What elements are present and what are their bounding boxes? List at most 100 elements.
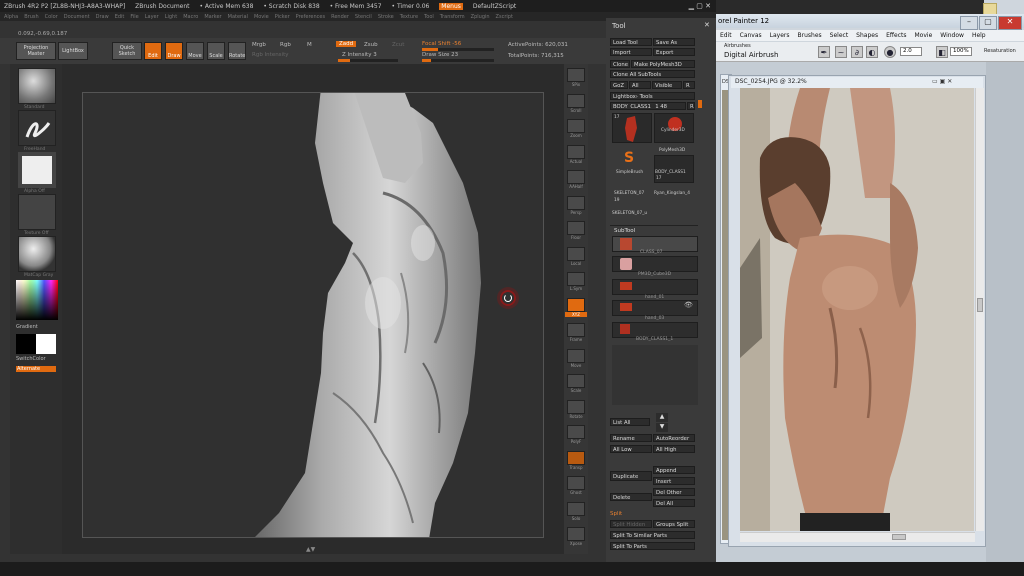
menu-item-file[interactable]: File	[130, 14, 138, 20]
zcut-toggle[interactable]: Zcut	[392, 42, 404, 48]
shelf-button-local[interactable]	[567, 246, 585, 261]
del-other-button[interactable]: Del Other	[653, 488, 695, 496]
goz-button[interactable]: GoZ	[610, 81, 628, 89]
maximize-icon[interactable]: ▢	[979, 16, 997, 30]
r-button[interactable]: R	[683, 81, 695, 89]
menu-item-edit[interactable]: Edit	[115, 14, 125, 20]
document-canvas[interactable]	[82, 92, 544, 538]
projection-master-button[interactable]: Projection Master	[16, 42, 56, 60]
shelf-button-xyz[interactable]	[567, 297, 585, 312]
color-picker[interactable]	[16, 280, 58, 320]
make-polymesh-button[interactable]: Make PolyMesh3D	[631, 60, 695, 68]
shelf-button-transp[interactable]	[567, 450, 585, 465]
painter-menu-movie[interactable]: Movie	[915, 32, 933, 39]
draw-size-slider[interactable]: Draw Size 23	[422, 52, 458, 58]
menu-item-zplugin[interactable]: Zplugin	[471, 14, 490, 20]
menu-item-draw[interactable]: Draw	[96, 14, 109, 20]
delete-button[interactable]: Delete	[610, 493, 652, 501]
shelf-button-xpose[interactable]	[567, 527, 585, 541]
rgb-intensity-slider[interactable]: Rgb Intensity	[252, 52, 289, 58]
doc-close-icon[interactable]: ✕	[947, 78, 952, 85]
shelf-button-frame[interactable]	[567, 323, 585, 337]
alpha-selector[interactable]	[18, 152, 56, 188]
current-tool-slider[interactable]: BODY_CLASS1_ 1 48	[610, 102, 686, 110]
shelf-button-polyf[interactable]	[567, 425, 585, 439]
quick-sketch-button[interactable]: Quick Sketch	[112, 42, 142, 60]
close-icon[interactable]: ✕	[998, 16, 1022, 30]
menu-item-material[interactable]: Material	[228, 14, 248, 20]
brush-variant[interactable]: Digital Airbrush	[724, 51, 778, 59]
switch-color-button[interactable]: SwitchColor	[16, 356, 46, 362]
menu-item-layer[interactable]: Layer	[145, 14, 159, 20]
z-intensity-slider[interactable]: Z Intensity 3	[342, 52, 377, 58]
close-icon[interactable]: ✕	[705, 2, 711, 10]
lightbox-tools-button[interactable]: Lightbox› Tools	[610, 92, 695, 100]
alternate-button[interactable]: Alternate	[16, 366, 56, 372]
z-intensity-track[interactable]	[338, 59, 398, 62]
menu-item-marker[interactable]: Marker	[204, 14, 221, 20]
eye-icon[interactable]: 👁	[684, 301, 693, 309]
scale-button[interactable]: Scale	[207, 42, 225, 60]
all-low-button[interactable]: All Low	[610, 445, 652, 453]
draw-size-track[interactable]	[422, 59, 494, 62]
rgb-toggle[interactable]: Rgb	[280, 42, 291, 48]
menu-item-transform[interactable]: Transform	[440, 14, 465, 20]
airbrush-icon[interactable]: ◐	[866, 46, 878, 58]
menu-item-zscript[interactable]: Zscript	[496, 14, 513, 20]
arrow-up-icon[interactable]: ▲	[656, 413, 668, 422]
shelf-button-solo[interactable]	[567, 501, 585, 516]
edit-button[interactable]: Edit	[144, 42, 162, 60]
palette-close-icon[interactable]: ✕	[704, 21, 710, 29]
duplicate-button[interactable]: Duplicate	[610, 471, 652, 481]
menu-item-macro[interactable]: Macro	[183, 14, 198, 20]
vertical-scrollbar[interactable]	[975, 88, 984, 531]
gradient-toggle[interactable]: Gradient	[16, 324, 38, 330]
menu-item-document[interactable]: Document	[64, 14, 90, 20]
restore-icon[interactable]: ▢	[696, 2, 703, 10]
goz-all-button[interactable]: All	[629, 81, 651, 89]
move-button[interactable]: Move	[186, 42, 204, 60]
shelf-button-scale[interactable]	[567, 374, 585, 388]
minimize-icon[interactable]: –	[960, 16, 978, 30]
arrow-down-icon[interactable]: ▼	[656, 423, 668, 432]
split-similar-parts-button[interactable]: Split To Similar Parts	[610, 531, 695, 539]
list-all-button[interactable]: List All	[610, 418, 650, 426]
hscroll-thumb[interactable]	[892, 534, 906, 540]
opacity-icon[interactable]: ◧	[936, 46, 948, 58]
lightbox-button[interactable]: LightBox	[58, 42, 88, 60]
mrgb-toggle[interactable]: Mrgb	[252, 42, 266, 48]
shelf-button-scroll[interactable]	[567, 93, 585, 108]
menu-item-picker[interactable]: Picker	[275, 14, 290, 20]
shelf-button-move[interactable]	[567, 348, 585, 363]
menu-item-stencil[interactable]: Stencil	[355, 14, 372, 20]
painter-menu-effects[interactable]: Effects	[886, 32, 906, 39]
shelf-button-rotate[interactable]	[567, 399, 585, 414]
material-selector[interactable]	[18, 236, 56, 272]
painter-menu-window[interactable]: Window	[940, 32, 964, 39]
zadd-toggle[interactable]: Zadd	[336, 41, 357, 47]
menu-item-light[interactable]: Light	[165, 14, 177, 20]
draw-button[interactable]: Draw	[165, 42, 183, 60]
menu-item-tool[interactable]: Tool	[424, 14, 434, 20]
brush-selector[interactable]	[18, 68, 56, 104]
brush-tool-icon[interactable]: ✒	[818, 46, 830, 58]
primary-color-swatch[interactable]	[16, 334, 36, 354]
all-high-button[interactable]: All High	[653, 445, 695, 453]
shelf-button-lsym[interactable]	[567, 272, 585, 286]
clone-all-subtools-button[interactable]: Clone All SubTools	[610, 70, 695, 78]
doc-restore-icon[interactable]: ▣	[940, 78, 946, 85]
import-button[interactable]: Import	[610, 48, 652, 56]
rotate-button[interactable]: Rotate	[228, 42, 246, 60]
insert-button[interactable]: Insert	[653, 477, 695, 485]
focal-shift-slider[interactable]: Focal Shift -56	[422, 41, 461, 47]
secondary-color-swatch[interactable]	[36, 334, 56, 354]
shelf-button-aahalf[interactable]	[567, 170, 585, 184]
palette-scroll-marker[interactable]	[698, 100, 702, 108]
shelf-button-ghost[interactable]	[567, 476, 585, 490]
del-all-button[interactable]: Del All	[653, 499, 695, 507]
menu-item-preferences[interactable]: Preferences	[296, 14, 325, 20]
shelf-button-floor[interactable]	[567, 221, 585, 235]
menu-item-color[interactable]: Color	[45, 14, 58, 20]
texture-selector[interactable]	[18, 194, 56, 230]
export-button[interactable]: Export	[653, 48, 695, 56]
